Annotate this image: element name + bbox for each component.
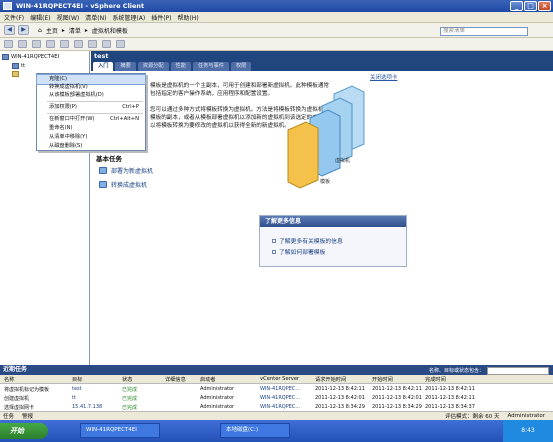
menu-view[interactable]: 视图(W) xyxy=(57,13,80,22)
tab-tasks-events[interactable]: 任务与事件 xyxy=(192,62,229,71)
close-icon[interactable]: × xyxy=(538,1,551,11)
template-label: 模板 xyxy=(320,178,330,185)
menu-item-open-new-window[interactable]: 在新窗口中打开(W) Ctrl+Alt+N xyxy=(37,115,145,124)
window-title: WIN-41RQPECT4EI - vSphere Client xyxy=(16,2,145,10)
template-graphic: 虚拟机 模板 xyxy=(287,85,365,189)
menu-file[interactable]: 文件(F) xyxy=(4,13,24,22)
forward-icon[interactable]: ▶ xyxy=(18,25,29,35)
console-icon[interactable] xyxy=(102,40,111,48)
tree-vm-tt[interactable]: tt xyxy=(12,63,25,69)
tab-resource-allocation[interactable]: 资源分配 xyxy=(137,62,169,71)
learn-deploy-link[interactable]: 了解如何部署模板 xyxy=(272,247,325,256)
menu-bar: 文件(F) 编辑(E) 视图(W) 清单(N) 系统管理(A) 插件(P) 帮助… xyxy=(0,12,553,23)
menu-separator xyxy=(47,113,143,114)
tab-summary[interactable]: 摘要 xyxy=(115,62,136,71)
status-bar: 任务 警报 评估模式：剩余 60 天 Administrator xyxy=(0,411,553,420)
template-icon xyxy=(12,71,19,77)
menu-item-add-permission[interactable]: 添加权限(P) Ctrl+P xyxy=(37,103,145,112)
menu-item-delete-from-disk[interactable]: 从磁盘删除(S) xyxy=(37,142,145,151)
taskbar-explorer[interactable]: 本地磁盘(C:) xyxy=(220,423,290,438)
task-table-header: 名称 目标 状态 详细信息 启动者 vCenter Server 请求开始时间 … xyxy=(0,375,553,384)
menu-inventory[interactable]: 清单(N) xyxy=(85,13,106,22)
close-tab-link[interactable]: 关闭选项卡 xyxy=(370,73,398,81)
vcenter-icon xyxy=(2,54,9,60)
basic-tasks-title: 基本任务 xyxy=(96,155,122,163)
tree-template-test[interactable] xyxy=(12,71,21,77)
manage-icon[interactable] xyxy=(88,40,97,48)
convert-to-vm-task[interactable]: 转换成虚拟机 xyxy=(99,180,147,189)
menu-item-deploy-from-template[interactable]: 从该模板部署虚拟机(D) xyxy=(37,91,145,100)
refresh-icon[interactable] xyxy=(46,40,55,48)
deploy-vm-task[interactable]: 部署为新虚拟机 xyxy=(99,166,153,175)
tab-getting-started[interactable]: 入门 xyxy=(93,62,114,71)
vm-stack-illustration xyxy=(287,85,365,189)
learn-more-panel: 了解更多信息 了解更多有关模板的信息 了解如何部署模板 xyxy=(259,215,407,267)
menu-plugins[interactable]: 插件(P) xyxy=(151,13,171,22)
taskbar-vsphere[interactable]: WIN-41RQPECT4EI xyxy=(80,423,160,438)
start-button[interactable]: 开始 xyxy=(0,423,48,439)
home-icon[interactable]: ⌂ xyxy=(38,27,42,34)
menu-edit[interactable]: 编辑(E) xyxy=(30,13,50,22)
stop-icon[interactable] xyxy=(4,40,13,48)
system-tray-clock: 8:43 xyxy=(503,420,553,442)
action-toolbar xyxy=(0,38,553,51)
breadcrumb-vms-templates[interactable]: 虚拟机和模板 xyxy=(92,26,128,35)
minimize-icon[interactable]: _ xyxy=(510,1,523,11)
snapshot-icon[interactable] xyxy=(60,40,69,48)
object-header: test 入门 摘要 资源分配 性能 任务与事件 权限 xyxy=(91,51,553,71)
description-line: 以将模板转换为要修改的虚拟机以获得全新的新虚拟机。 xyxy=(150,123,290,129)
menu-item-rename[interactable]: 重命名(N) xyxy=(37,124,145,133)
tasks-toggle[interactable]: 任务 xyxy=(3,412,14,420)
tab-performance[interactable]: 性能 xyxy=(170,62,191,71)
table-row[interactable]: 创建虚拟机 tt 已完成 Administrator WIN-41RQPEC..… xyxy=(0,394,553,403)
search-input[interactable]: 搜索清单 xyxy=(440,27,528,36)
object-title: test xyxy=(94,52,109,60)
bullet-icon xyxy=(272,249,276,254)
deploy-icon xyxy=(99,167,107,174)
title-bar: WIN-41RQPECT4EI - vSphere Client _ □ × xyxy=(0,0,553,12)
learn-more-title: 了解更多信息 xyxy=(260,216,406,227)
convert-icon xyxy=(99,181,107,188)
breadcrumb-inventory[interactable]: 清单 xyxy=(69,26,81,35)
tab-row: 入门 摘要 资源分配 性能 任务与事件 权限 xyxy=(93,62,253,71)
menu-help[interactable]: 帮助(H) xyxy=(178,13,199,22)
app-icon xyxy=(3,2,12,10)
pause-icon[interactable] xyxy=(18,40,27,48)
breadcrumb: ⌂ 主页 ▸ 清单 ▸ 虚拟机和模板 xyxy=(38,26,128,35)
context-menu: 克隆(C) 转换成虚拟机(V) 从该模板部署虚拟机(D) 添加权限(P) Ctrl… xyxy=(36,73,146,151)
license-status: 评估模式：剩余 60 天 xyxy=(445,414,500,420)
os-taskbar: 开始 WIN-41RQPECT4EI 本地磁盘(C:) 8:43 xyxy=(0,420,553,442)
tree-root[interactable]: WIN-41RQPECT4EI xyxy=(2,54,59,60)
back-icon[interactable]: ◀ xyxy=(4,25,15,35)
alarms-toggle[interactable]: 警报 xyxy=(22,412,33,420)
recent-tasks-title: 近期任务 xyxy=(3,366,28,373)
learn-templates-link[interactable]: 了解更多有关模板的信息 xyxy=(272,236,343,245)
menu-separator xyxy=(47,101,143,102)
bullet-icon xyxy=(272,238,276,243)
table-row[interactable]: 将虚拟机标记为模板 test 已完成 Administrator WIN-41R… xyxy=(0,385,553,394)
play-icon[interactable] xyxy=(32,40,41,48)
vm-label: 虚拟机 xyxy=(335,157,350,164)
current-user: Administrator xyxy=(507,413,546,419)
vm-icon xyxy=(12,63,19,69)
recent-tasks-header: 近期任务 名称、目标或状态包含： xyxy=(0,365,553,375)
settings-icon[interactable] xyxy=(116,40,125,48)
description-line: 包括指定的客户操作系统，应用程序和配置设置。 xyxy=(150,91,274,97)
task-filter-input[interactable] xyxy=(487,367,549,375)
revert-icon[interactable] xyxy=(74,40,83,48)
menu-administration[interactable]: 系统管理(A) xyxy=(112,13,145,22)
breadcrumb-home[interactable]: 主页 xyxy=(46,26,58,35)
menu-item-remove-from-inventory[interactable]: 从清单中移除(Y) xyxy=(37,133,145,142)
maximize-icon[interactable]: □ xyxy=(524,1,537,11)
tab-permissions[interactable]: 权限 xyxy=(230,62,252,71)
